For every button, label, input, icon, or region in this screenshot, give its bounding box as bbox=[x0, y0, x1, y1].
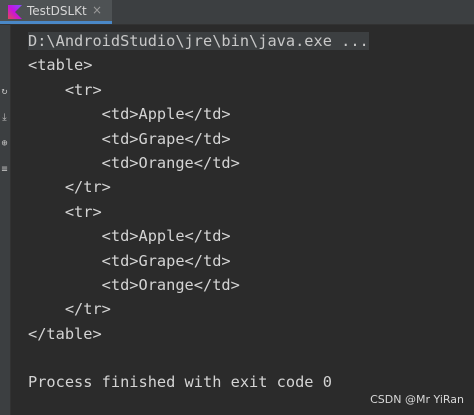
output-line: <td>Grape</td> bbox=[28, 129, 231, 148]
output-line: </table> bbox=[28, 324, 102, 343]
rerun-icon[interactable]: ↻ bbox=[0, 85, 9, 99]
exit-status-line: Process finished with exit code 0 bbox=[28, 373, 332, 392]
output-line: <td>Orange</td> bbox=[28, 275, 240, 294]
output-line: <tr> bbox=[28, 202, 102, 221]
output-line: <table> bbox=[28, 56, 93, 75]
output-line: </tr> bbox=[28, 178, 111, 197]
output-line: </tr> bbox=[28, 300, 111, 319]
console-output[interactable]: D:\AndroidStudio\jre\bin\java.exe ... <t… bbox=[28, 29, 468, 395]
console-toolbar: ↻ ⤓ ⊕ ≡ bbox=[0, 25, 11, 415]
output-line: <td>Apple</td> bbox=[28, 227, 231, 246]
command-text: D:\AndroidStudio\jre\bin\java.exe ... bbox=[28, 32, 369, 50]
tab-testdslkt[interactable]: TestDSLKt × bbox=[0, 0, 112, 24]
output-line: <tr> bbox=[28, 80, 102, 99]
command-line: D:\AndroidStudio\jre\bin\java.exe ... bbox=[28, 29, 468, 53]
tab-title: TestDSLKt bbox=[27, 4, 87, 18]
output-line: <td>Orange</td> bbox=[28, 153, 240, 172]
watermark: CSDN @Mr YiRan bbox=[370, 393, 464, 406]
scroll-to-end-icon[interactable]: ⤓ bbox=[0, 111, 9, 125]
pin-tab-icon[interactable]: ⊕ bbox=[0, 137, 9, 151]
output-line: <td>Apple</td> bbox=[28, 105, 231, 124]
close-tab-icon[interactable]: × bbox=[92, 3, 102, 17]
soft-wrap-icon[interactable]: ≡ bbox=[0, 163, 9, 177]
output-line: <td>Grape</td> bbox=[28, 251, 231, 270]
kotlin-file-icon bbox=[8, 5, 22, 19]
editor-tab-bar: TestDSLKt × bbox=[0, 0, 474, 25]
